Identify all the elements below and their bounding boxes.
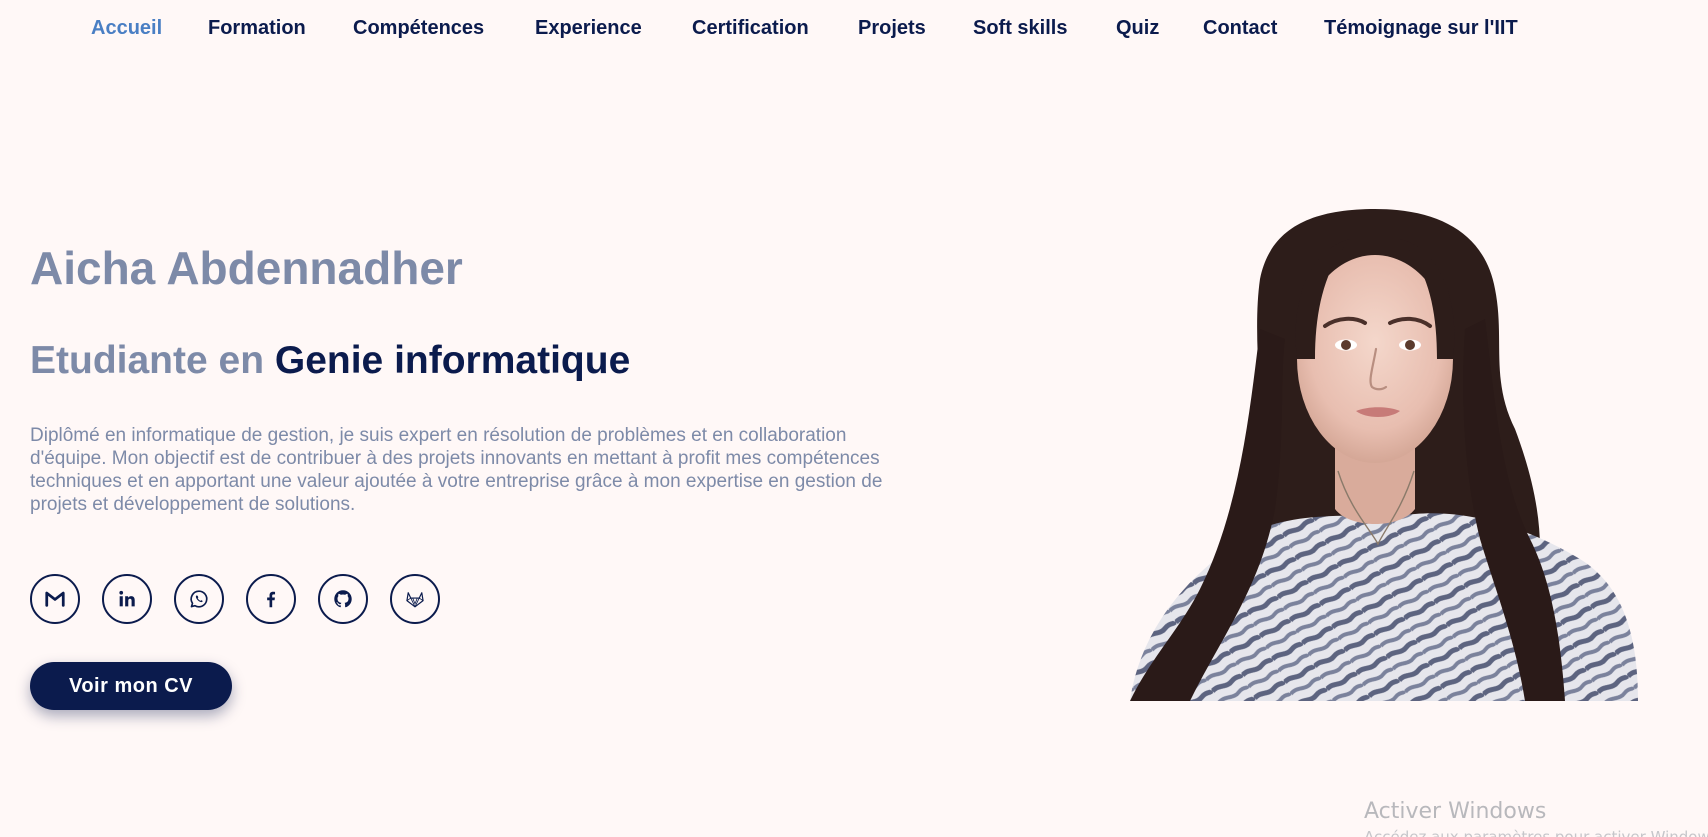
portrait-photo <box>1130 209 1638 701</box>
hero-subtitle: Etudiante en Genie informatique <box>30 336 630 386</box>
gmail-icon <box>45 591 65 607</box>
github-link[interactable] <box>318 574 368 624</box>
windows-activation-watermark: Activer Windows <box>1364 799 1547 824</box>
nav-link-projets[interactable]: Projets <box>858 15 926 41</box>
linkedin-link[interactable] <box>102 574 152 624</box>
hero-subtitle-prefix: Etudiante en <box>30 339 265 382</box>
hero-subtitle-field: Genie informatique <box>274 339 631 382</box>
windows-activation-subtitle-text: Accédez aux paramètres pour activer Wind… <box>1364 828 1708 837</box>
nav-link-contact[interactable]: Contact <box>1203 15 1277 41</box>
nav-link-competences[interactable]: Compétences <box>353 15 484 41</box>
view-cv-button[interactable]: Voir mon CV <box>30 662 232 710</box>
nav-link-temoignage[interactable]: Témoignage sur l'IIT <box>1324 15 1518 41</box>
whatsapp-icon <box>190 590 208 608</box>
windows-activation-subtitle: Accédez aux paramètres pour activer Wind… <box>1364 828 1708 837</box>
nav-link-accueil[interactable]: Accueil <box>91 15 162 41</box>
github-icon <box>334 590 352 608</box>
gmail-link[interactable] <box>30 574 80 624</box>
facebook-link[interactable] <box>246 574 296 624</box>
whatsapp-link[interactable] <box>174 574 224 624</box>
nav-link-experience[interactable]: Experience <box>535 15 642 41</box>
nav-link-certification[interactable]: Certification <box>692 15 809 41</box>
hero-name: Aicha Abdennadher <box>30 242 463 294</box>
hero-description: Diplômé en informatique de gestion, je s… <box>30 425 883 515</box>
gitlab-link[interactable] <box>390 574 440 624</box>
nav-link-quiz[interactable]: Quiz <box>1116 15 1159 41</box>
nav-link-formation[interactable]: Formation <box>208 15 306 41</box>
nav-link-soft-skills[interactable]: Soft skills <box>973 15 1067 41</box>
facebook-icon <box>267 591 276 608</box>
linkedin-icon <box>119 590 135 607</box>
gitlab-icon <box>406 592 424 608</box>
